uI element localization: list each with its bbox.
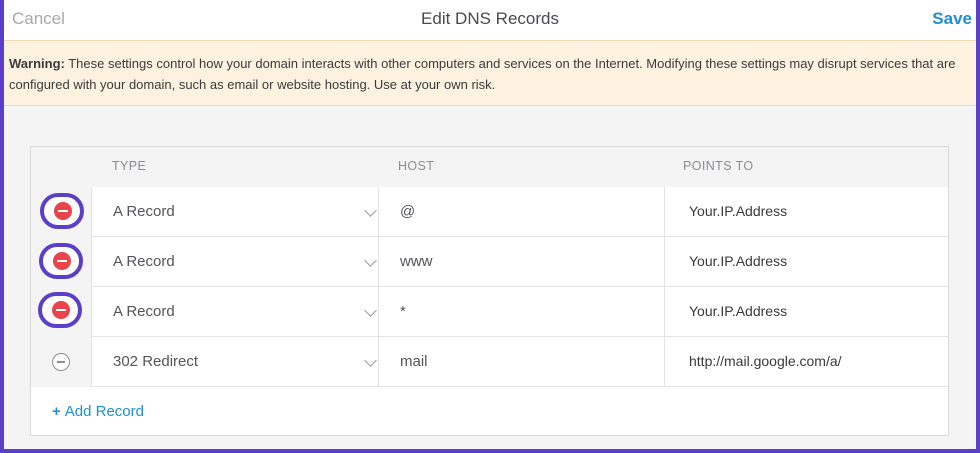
type-value: A Record	[113, 253, 175, 270]
save-button[interactable]: Save	[932, 9, 972, 29]
row-cells: A Record www Your.IP.Address	[91, 237, 948, 287]
remove-record-button[interactable]	[39, 243, 83, 279]
points-to-input[interactable]: http://mail.google.com/a/	[664, 337, 949, 386]
type-select[interactable]: A Record	[113, 287, 377, 336]
chevron-down-icon	[364, 304, 377, 317]
table-row: A Record * Your.IP.Address	[31, 287, 948, 337]
row-control	[31, 337, 91, 387]
host-input[interactable]: @	[378, 187, 664, 236]
points-to-input[interactable]: Your.IP.Address	[664, 237, 949, 286]
plus-icon: +	[52, 403, 61, 420]
warning-banner: Warning: These settings control how your…	[4, 40, 976, 106]
host-input[interactable]: mail	[378, 337, 664, 386]
minus-circle-icon	[53, 252, 71, 270]
type-select[interactable]: A Record	[113, 237, 377, 286]
table-row: A Record www Your.IP.Address	[31, 237, 948, 287]
warning-text: These settings control how your domain i…	[9, 56, 956, 92]
type-select[interactable]: 302 Redirect	[113, 337, 377, 386]
column-header-host: HOST	[398, 159, 435, 173]
column-header-type: TYPE	[112, 159, 147, 173]
host-input[interactable]: *	[378, 287, 664, 336]
type-value: A Record	[113, 303, 175, 320]
chevron-down-icon	[364, 254, 377, 267]
row-cells: A Record * Your.IP.Address	[91, 287, 948, 337]
type-select[interactable]: A Record	[113, 187, 377, 236]
header-bar: Cancel Edit DNS Records Save	[4, 0, 976, 40]
remove-record-button[interactable]	[38, 292, 82, 328]
table-row: 302 Redirect mail http://mail.google.com…	[31, 337, 948, 387]
minus-circle-icon	[52, 301, 70, 319]
dns-records-table: TYPE HOST POINTS TO A Record @ Your.IP.A…	[30, 146, 949, 436]
row-cells: 302 Redirect mail http://mail.google.com…	[91, 337, 948, 387]
row-control	[31, 187, 91, 237]
add-record-button[interactable]: + Add Record	[52, 403, 144, 420]
type-value: 302 Redirect	[113, 353, 199, 370]
type-value: A Record	[113, 203, 175, 220]
remove-record-button[interactable]	[40, 193, 84, 229]
points-to-input[interactable]: Your.IP.Address	[664, 287, 949, 336]
dns-editor-window: Cancel Edit DNS Records Save Warning: Th…	[0, 0, 980, 453]
minus-circle-icon	[54, 202, 72, 220]
table-row: A Record @ Your.IP.Address	[31, 187, 948, 237]
host-input[interactable]: www	[378, 237, 664, 286]
row-control	[31, 287, 91, 337]
chevron-down-icon	[364, 354, 377, 367]
remove-record-button[interactable]	[52, 353, 70, 371]
row-cells: A Record @ Your.IP.Address	[91, 187, 948, 237]
chevron-down-icon	[364, 204, 377, 217]
table-header: TYPE HOST POINTS TO	[31, 147, 948, 187]
points-to-input[interactable]: Your.IP.Address	[664, 187, 949, 236]
page-title: Edit DNS Records	[421, 9, 559, 28]
row-control	[31, 237, 91, 287]
column-header-points-to: POINTS TO	[683, 159, 754, 173]
add-record-label: Add Record	[64, 403, 144, 420]
warning-prefix: Warning:	[9, 56, 65, 71]
